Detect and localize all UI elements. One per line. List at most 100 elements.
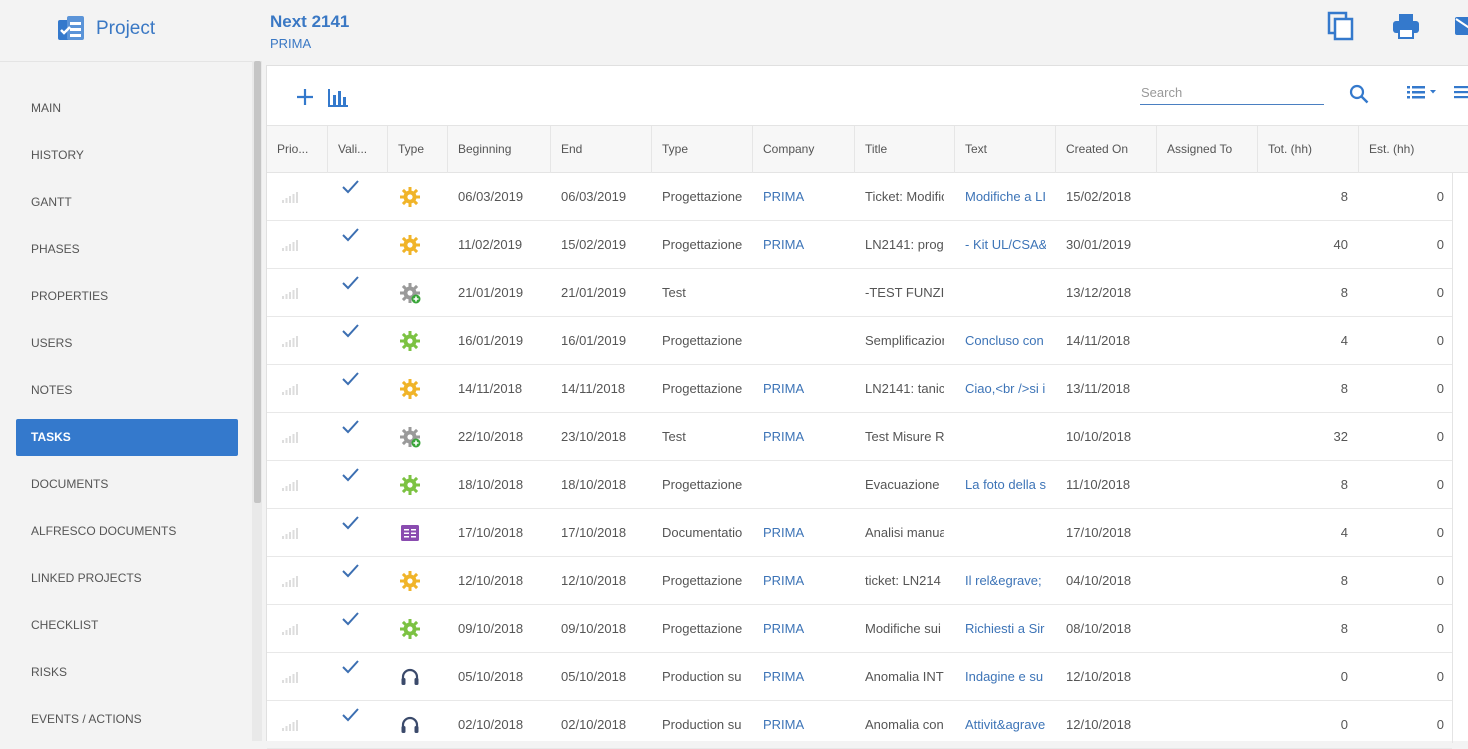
priority-signal-icon [282,528,298,539]
cell-company[interactable]: PRIMA [752,413,854,460]
gear-icon [400,235,420,255]
cell-title: ticket: LN214 [865,573,941,588]
table-row[interactable]: 12/10/2018 12/10/2018 Progettazione PRIMA ti… [267,557,1452,605]
print-icon[interactable] [1391,11,1421,41]
cell-company[interactable]: PRIMA [752,653,854,700]
cell-assigned [1156,557,1257,604]
project-logo-icon[interactable] [56,15,86,45]
cell-tot: 8 [1340,477,1348,492]
table-row[interactable]: 18/10/2018 18/10/2018 Progettazione Evacuaz… [267,461,1452,509]
sidebar-item-tasks[interactable]: TASKS [16,419,238,456]
table-row[interactable]: 06/03/2019 06/03/2019 Progettazione PRIMA Ti… [267,173,1452,221]
column-header[interactable]: Vali... [327,126,387,173]
cell-text[interactable] [954,413,1046,460]
bar-chart-icon[interactable] [327,86,349,108]
column-header[interactable]: Text [954,126,1055,173]
column-header[interactable]: Prio... [267,126,327,173]
cell-type: Documentatio [662,525,743,540]
sidebar-item-properties[interactable]: PROPERTIES [16,278,238,315]
table-row[interactable]: 05/10/2018 05/10/2018 Production su PRIMA An… [267,653,1452,701]
sidebar-item-main[interactable]: MAIN [16,90,238,127]
cell-created: 15/02/2018 [1066,189,1132,204]
cell-company[interactable]: PRIMA [752,509,854,556]
cell-company[interactable] [752,269,854,316]
cell-company[interactable]: PRIMA [752,605,854,652]
table-row[interactable]: 11/02/2019 15/02/2019 Progettazione PRIMA LN… [267,221,1452,269]
table-row[interactable]: 22/10/2018 23/10/2018 Test PRIMA Test Misure… [267,413,1452,461]
column-header[interactable]: Type [651,126,752,173]
cell-tot: 8 [1340,381,1348,396]
search-icon[interactable] [1348,83,1370,105]
cell-text[interactable]: La foto della s [954,461,1046,508]
cell-text[interactable]: Modifiche a LI [954,173,1046,220]
list-view-icon[interactable] [1405,81,1439,103]
cell-beginning: 12/10/2018 [458,573,524,588]
cell-end: 06/03/2019 [561,189,627,204]
cell-text[interactable]: - Kit UL/CSA& [954,221,1046,268]
column-header[interactable]: Beginning [447,126,550,173]
sidebar-scroll-thumb[interactable] [254,61,261,503]
mail-icon[interactable] [1454,11,1468,41]
cell-title: Anomalia INT [865,669,944,684]
cell-text[interactable] [954,269,1046,316]
sidebar-item-linked-projects[interactable]: LINKED PROJECTS [16,560,238,597]
sidebar-item-documents[interactable]: DOCUMENTS [16,466,238,503]
column-header[interactable]: Created On [1055,126,1156,173]
cell-company[interactable]: PRIMA [752,557,854,604]
column-header[interactable]: Est. (hh) [1358,126,1452,173]
cell-text[interactable]: Indagine e su [954,653,1046,700]
table-row[interactable]: 14/11/2018 14/11/2018 Progettazione PRIMA LN… [267,365,1452,413]
cell-company[interactable] [752,317,854,364]
priority-signal-icon [282,192,298,203]
priority-signal-icon [282,384,298,395]
priority-signal-icon [282,336,298,347]
cell-text[interactable]: Il rel&egrave; [954,557,1046,604]
validated-check-icon [342,276,359,290]
search-input[interactable] [1140,80,1324,105]
column-header[interactable]: Title [854,126,954,173]
cell-created: 13/11/2018 [1066,381,1131,396]
column-header[interactable]: Type [387,126,447,173]
cell-text[interactable] [954,509,1046,556]
column-header[interactable]: Company [752,126,854,173]
column-header[interactable]: Assigned To [1156,126,1257,173]
sidebar-item-gantt[interactable]: GANTT [16,184,238,221]
project-subtitle: PRIMA [270,36,312,51]
table-header: Prio... Vali... Type Beginning End Type Compan… [267,125,1468,173]
sidebar-item-alfresco-documents[interactable]: ALFRESCO DOCUMENTS [16,513,238,550]
gear-icon [400,331,420,351]
cell-company[interactable]: PRIMA [752,221,854,268]
table-row[interactable]: 02/10/2018 02/10/2018 Production su PRIMA An… [267,701,1452,749]
add-icon[interactable] [294,86,316,108]
cell-type: Production su [662,669,742,684]
copy-icon[interactable] [1326,11,1356,41]
menu-icon[interactable] [1453,81,1468,103]
column-header[interactable]: End [550,126,651,173]
sidebar-item-users[interactable]: USERS [16,325,238,362]
cell-created: 12/10/2018 [1066,669,1132,684]
table-row[interactable]: 16/01/2019 16/01/2019 Progettazione Semplif… [267,317,1452,365]
cell-company[interactable]: PRIMA [752,173,854,220]
validated-check-icon [342,420,359,434]
sidebar-item-events-actions[interactable]: EVENTS / ACTIONS [16,701,238,738]
sidebar-item-risks[interactable]: RISKS [16,654,238,691]
app-name[interactable]: Project [96,18,155,40]
sidebar-item-phases[interactable]: PHASES [16,231,238,268]
column-header[interactable]: Tot. (hh) [1257,126,1358,173]
cell-type: Test [662,285,686,300]
validated-check-icon [342,660,359,674]
cell-tot: 8 [1340,621,1348,636]
cell-company[interactable]: PRIMA [752,365,854,412]
priority-signal-icon [282,240,298,251]
table-row[interactable]: 21/01/2019 21/01/2019 Test -TEST FUNZI 13/12… [267,269,1452,317]
sidebar-item-history[interactable]: HISTORY [16,137,238,174]
table-row[interactable]: 17/10/2018 17/10/2018 Documentatio PRIMA Ana… [267,509,1452,557]
sidebar-item-checklist[interactable]: CHECKLIST [16,607,238,644]
cell-beginning: 06/03/2019 [458,189,524,204]
cell-text[interactable]: Concluso con [954,317,1046,364]
cell-text[interactable]: Richiesti a Sir [954,605,1046,652]
table-row[interactable]: 09/10/2018 09/10/2018 Progettazione PRIMA Mo… [267,605,1452,653]
sidebar-item-notes[interactable]: NOTES [16,372,238,409]
cell-company[interactable] [752,461,854,508]
cell-text[interactable]: Ciao,<br />si i [954,365,1046,412]
